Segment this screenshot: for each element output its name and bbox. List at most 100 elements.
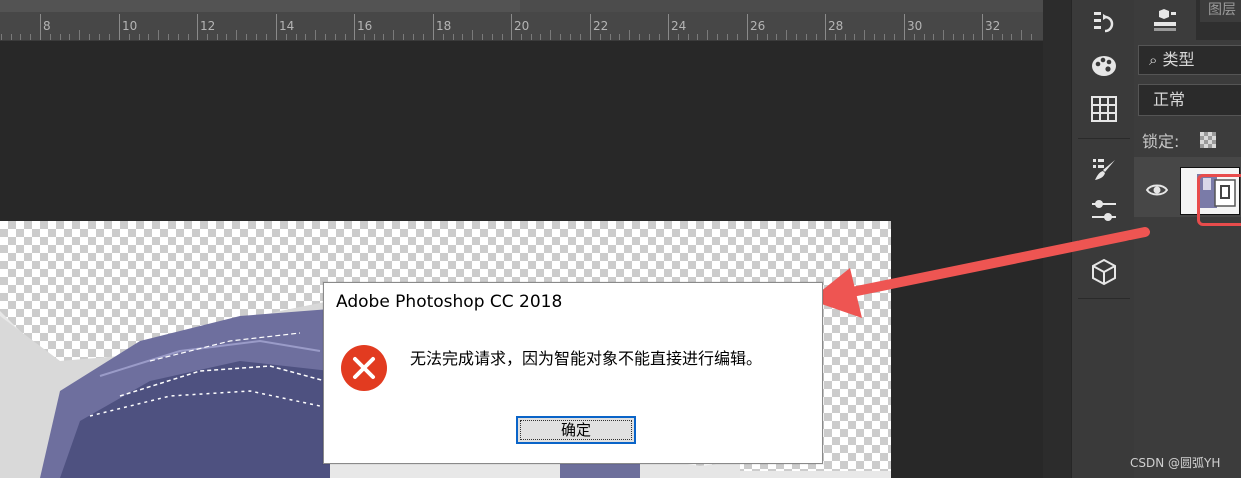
dialog-title: Adobe Photoshop CC 2018 xyxy=(336,292,563,312)
ruler-minor-tick xyxy=(178,34,179,40)
dialog-message: 无法完成请求，因为智能对象不能直接进行编辑。 xyxy=(410,349,763,368)
ruler-minor-tick xyxy=(325,34,326,40)
palette-icon[interactable] xyxy=(1090,52,1118,80)
ruler-minor-tick xyxy=(707,30,708,40)
ruler-minor-tick xyxy=(521,34,522,40)
ruler-minor-tick xyxy=(374,34,375,40)
ruler-label: 20 xyxy=(514,19,530,33)
ruler-label: 28 xyxy=(828,19,844,33)
ruler-minor-tick xyxy=(99,34,100,40)
ruler-minor-tick xyxy=(423,34,424,40)
ruler-minor-tick xyxy=(1031,34,1032,40)
ruler-minor-tick xyxy=(383,34,384,40)
ruler-minor-tick xyxy=(266,34,267,40)
history-icon[interactable] xyxy=(1090,8,1118,36)
ruler-minor-tick xyxy=(246,34,247,40)
ruler-label: 14 xyxy=(279,19,295,33)
ruler-minor-tick xyxy=(1,34,2,40)
grid-icon[interactable] xyxy=(1090,95,1118,123)
ruler-minor-tick xyxy=(168,34,169,40)
ruler-major-tick xyxy=(825,14,826,40)
ruler-minor-tick xyxy=(393,30,394,40)
ruler-minor-tick xyxy=(1021,30,1022,40)
brush-preset-icon[interactable] xyxy=(1090,155,1118,183)
ruler-minor-tick xyxy=(845,34,846,40)
ruler-minor-tick xyxy=(89,34,90,40)
ok-button[interactable]: 确定 xyxy=(516,416,636,444)
ruler-minor-tick xyxy=(992,34,993,40)
ruler-major-tick xyxy=(433,14,434,40)
ruler-major-tick xyxy=(668,14,669,40)
search-icon: ⌕ xyxy=(1149,51,1158,69)
lock-label: 锁定: xyxy=(1142,132,1180,151)
ruler-minor-tick xyxy=(894,34,895,40)
document-tab-strip[interactable] xyxy=(0,0,520,12)
ruler-minor-tick xyxy=(953,34,954,40)
ruler-minor-tick xyxy=(50,34,51,40)
ruler-label: 10 xyxy=(122,19,138,33)
ruler-minor-tick xyxy=(158,30,159,40)
ruler-minor-tick xyxy=(296,34,297,40)
ruler-major-tick xyxy=(511,14,512,40)
ruler-minor-tick xyxy=(139,34,140,40)
ruler-minor-tick xyxy=(737,34,738,40)
ruler-minor-tick xyxy=(492,34,493,40)
ruler-minor-tick xyxy=(148,34,149,40)
horizontal-ruler: 8 10 12 14 16 18 20 22 24 26 28 30 32 xyxy=(0,0,1043,41)
tab-layers[interactable]: 图层 xyxy=(1200,0,1241,22)
blend-mode-dropdown[interactable]: 正常 xyxy=(1138,84,1241,116)
ruler-label: 8 xyxy=(43,19,51,33)
ruler-minor-tick xyxy=(335,34,336,40)
ruler-minor-tick xyxy=(649,34,650,40)
ruler-label: 16 xyxy=(357,19,373,33)
ruler-label: 18 xyxy=(436,19,452,33)
ruler-minor-tick xyxy=(531,34,532,40)
ruler-minor-tick xyxy=(20,34,21,40)
ruler-minor-tick xyxy=(776,34,777,40)
ruler-minor-tick xyxy=(639,34,640,40)
ruler-minor-tick xyxy=(560,34,561,40)
layers-panel-tab[interactable] xyxy=(1134,0,1196,40)
ruler-minor-tick xyxy=(256,34,257,40)
ruler-minor-tick xyxy=(864,30,865,40)
ruler-minor-tick xyxy=(619,34,620,40)
layer-filter-dropdown[interactable]: ⌕ 类型 xyxy=(1138,45,1241,75)
ruler-minor-tick xyxy=(188,34,189,40)
ruler-minor-tick xyxy=(462,34,463,40)
watermark: CSDN @圆弧YH xyxy=(1130,456,1221,470)
layers-panel: 图层 ⌕ 类型 正常 锁定: xyxy=(1134,0,1241,478)
ruler-major-tick xyxy=(982,14,983,40)
ruler-label: 26 xyxy=(750,19,766,33)
ruler-major-tick xyxy=(354,14,355,40)
ruler-minor-tick xyxy=(217,34,218,40)
ruler-major-tick xyxy=(904,14,905,40)
ruler-minor-tick xyxy=(364,34,365,40)
document-tab-strip-2[interactable] xyxy=(520,0,1043,12)
ruler-minor-tick xyxy=(226,34,227,40)
ruler-label: 24 xyxy=(671,19,687,33)
ruler-minor-tick xyxy=(540,34,541,40)
lock-transparent-pixels-icon[interactable] xyxy=(1200,132,1216,148)
ruler-minor-tick xyxy=(697,34,698,40)
ruler-minor-tick xyxy=(884,34,885,40)
ruler-minor-tick xyxy=(305,34,306,40)
ruler-minor-tick xyxy=(580,34,581,40)
ruler-major-tick xyxy=(276,14,277,40)
cube-stack-icon xyxy=(1154,9,1176,31)
visibility-eye-icon[interactable] xyxy=(1146,182,1168,198)
ruler-major-tick xyxy=(119,14,120,40)
ruler-minor-tick xyxy=(453,34,454,40)
ruler-minor-tick xyxy=(1011,34,1012,40)
ruler-minor-tick xyxy=(835,34,836,40)
ruler-minor-tick xyxy=(482,34,483,40)
ruler-minor-tick xyxy=(236,30,237,40)
ruler-minor-tick xyxy=(963,34,964,40)
ruler-minor-tick xyxy=(816,34,817,40)
ruler-minor-tick xyxy=(79,30,80,40)
ruler-major-tick xyxy=(40,14,41,40)
ruler-minor-tick xyxy=(413,34,414,40)
ruler-minor-tick xyxy=(129,34,130,40)
ruler-minor-tick xyxy=(943,30,944,40)
ruler-minor-tick xyxy=(786,30,787,40)
ruler-minor-tick xyxy=(610,34,611,40)
